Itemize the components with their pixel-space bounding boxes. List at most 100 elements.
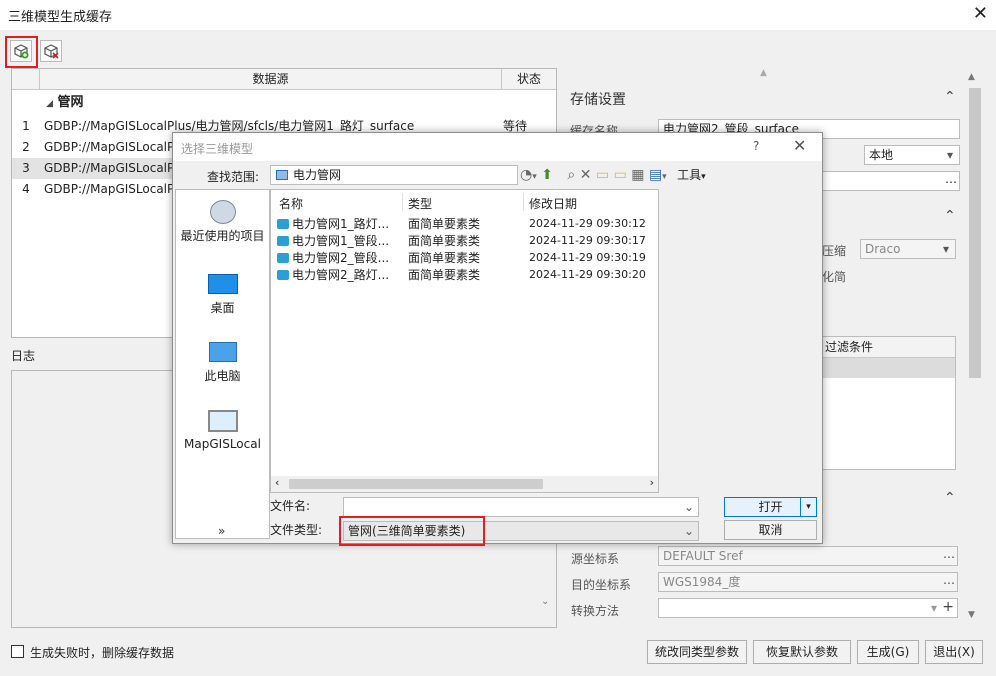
row-source: GDBP://MapGISLocalPlus bbox=[44, 161, 192, 175]
file-date: 2024-11-29 09:30:20 bbox=[529, 268, 646, 281]
chevron-down-icon[interactable]: ▾ bbox=[800, 498, 816, 516]
file-type: 面简单要素类 bbox=[408, 234, 481, 248]
transform-select[interactable]: ▾ + bbox=[658, 598, 958, 618]
dialog-title-bar: 选择三维模型 ? ✕ bbox=[173, 133, 822, 161]
properties-icon[interactable]: ▦ bbox=[631, 167, 644, 183]
file-type: 面简单要素类 bbox=[408, 268, 481, 282]
up-folder-icon[interactable]: ⬆ bbox=[541, 167, 553, 183]
database-icon bbox=[276, 170, 288, 180]
delete-cache-label: 生成失败时，删除缓存数据 bbox=[30, 646, 175, 660]
view-icon[interactable]: ▤ bbox=[649, 167, 662, 183]
browse-icon[interactable]: … bbox=[943, 547, 955, 563]
remove-model-button[interactable] bbox=[40, 40, 62, 62]
chevron-down-icon[interactable]: ▾ bbox=[532, 172, 537, 182]
file-row[interactable]: 电力管网1_路灯... 面简单要素类 2024-11-29 09:30:12 bbox=[277, 216, 646, 232]
src-crs-value: DEFAULT Sref bbox=[663, 549, 743, 563]
close-icon[interactable]: ✕ bbox=[973, 3, 988, 24]
select-model-dialog: 选择三维模型 ? ✕ 查找范围: 电力管网 ◔▾ ⬆ ⌕ ✕ ▭ ▭ ▦ ▤▾ … bbox=[172, 132, 823, 546]
hscroll-thumb[interactable] bbox=[289, 479, 543, 489]
delete-cache-checkbox[interactable] bbox=[11, 645, 24, 658]
dst-crs-label: 目的坐标系 bbox=[571, 578, 632, 592]
search-icon[interactable]: ⌕ bbox=[567, 167, 575, 183]
window-title: 三维模型生成缓存 bbox=[8, 10, 113, 25]
src-crs-input[interactable]: DEFAULT Sref … bbox=[658, 546, 958, 566]
path-input[interactable]: … bbox=[820, 171, 960, 191]
expand-triangle-icon[interactable]: ◢ bbox=[46, 99, 53, 109]
collapse-icon[interactable]: ⌃ bbox=[944, 490, 956, 506]
col-name[interactable]: 名称 bbox=[279, 195, 303, 212]
col-divider bbox=[523, 193, 524, 211]
browse-icon[interactable]: … bbox=[943, 573, 955, 589]
file-row[interactable]: 电力管网1_管段... 面简单要素类 2024-11-29 09:30:17 bbox=[277, 233, 646, 249]
place-mapgis-local[interactable]: MapGISLocal bbox=[176, 410, 269, 451]
filename-input[interactable]: ⌄ bbox=[343, 497, 699, 517]
scroll-up-icon[interactable]: ▲ bbox=[968, 72, 975, 82]
open-button[interactable]: 打开 ▾ bbox=[724, 497, 817, 517]
plus-icon[interactable]: + bbox=[942, 599, 954, 616]
dst-crs-input[interactable]: WGS1984_度 … bbox=[658, 572, 958, 592]
feature-class-icon bbox=[277, 253, 289, 263]
col-header-source[interactable]: 数据源 bbox=[40, 69, 502, 90]
group-row[interactable]: ◢ 管网 bbox=[46, 93, 590, 114]
this-pc-icon bbox=[208, 342, 237, 362]
cancel-button[interactable]: 取消 bbox=[724, 520, 817, 540]
file-row[interactable]: 电力管网2_路灯... 面简单要素类 2024-11-29 09:30:20 bbox=[277, 267, 646, 283]
place-desktop[interactable]: 桌面 bbox=[176, 274, 269, 316]
exit-button[interactable]: 退出(X) bbox=[925, 640, 983, 664]
file-name: 电力管网1_路灯... bbox=[292, 217, 390, 231]
scroll-thumb[interactable] bbox=[969, 88, 981, 378]
chevron-down-icon: ▾ bbox=[930, 601, 937, 615]
more-places-icon[interactable]: » bbox=[218, 524, 225, 538]
dialog-close-icon[interactable]: ✕ bbox=[793, 136, 806, 155]
scroll-down-icon[interactable]: ▼ bbox=[968, 610, 975, 620]
right-scrollbar[interactable]: ▲ ▼ bbox=[967, 70, 983, 626]
dialog-title: 选择三维模型 bbox=[181, 142, 254, 156]
simplify-label: 化简 bbox=[822, 270, 847, 284]
help-icon[interactable]: ? bbox=[753, 139, 759, 153]
add-model-button[interactable] bbox=[10, 40, 32, 62]
transform-label: 转换方法 bbox=[571, 604, 620, 618]
place-label: 桌面 bbox=[210, 301, 235, 315]
col-date[interactable]: 修改日期 bbox=[529, 195, 577, 212]
log-scroll-down-icon[interactable]: ⌄ bbox=[541, 596, 549, 607]
chevron-down-icon[interactable]: ▾ bbox=[662, 172, 667, 182]
storage-select[interactable]: 本地 ▾ bbox=[864, 145, 960, 165]
lookin-label: 查找范围: bbox=[207, 170, 260, 184]
compress-label: 压缩 bbox=[822, 244, 847, 258]
unify-params-button[interactable]: 统改同类型参数 bbox=[647, 640, 747, 664]
file-list-hscrollbar[interactable]: ‹ › bbox=[271, 476, 658, 492]
file-date: 2024-11-29 09:30:12 bbox=[529, 217, 646, 230]
generate-button[interactable]: 生成(G) bbox=[857, 640, 919, 664]
scroll-left-icon[interactable]: ‹ bbox=[275, 476, 279, 489]
browse-icon[interactable]: … bbox=[945, 172, 957, 188]
restore-defaults-button[interactable]: 恢复默认参数 bbox=[753, 640, 851, 664]
file-row[interactable]: 电力管网2_管段... 面简单要素类 2024-11-29 09:30:19 bbox=[277, 250, 646, 266]
filter-row[interactable] bbox=[821, 358, 955, 378]
splitter-up-icon[interactable]: ▲ bbox=[760, 68, 767, 78]
collapse-icon[interactable]: ⌃ bbox=[944, 89, 956, 105]
dialog-toolbar: ◔▾ ⬆ ⌕ ✕ ▭ ▭ ▦ ▤▾ 工具▾ bbox=[520, 166, 770, 186]
col-type[interactable]: 类型 bbox=[408, 195, 432, 212]
file-name: 电力管网2_路灯... bbox=[292, 268, 390, 282]
folder-icon[interactable]: ▭ bbox=[614, 167, 627, 183]
back-icon[interactable]: ◔ bbox=[520, 167, 532, 183]
col-divider bbox=[402, 193, 403, 211]
row-number: 3 bbox=[22, 161, 30, 175]
filter-header[interactable]: 过滤条件 bbox=[821, 337, 955, 358]
place-this-pc[interactable]: 此电脑 bbox=[176, 342, 269, 384]
delete-icon[interactable]: ✕ bbox=[580, 167, 592, 183]
cube-add-icon bbox=[14, 44, 29, 59]
compress-select[interactable]: Draco ▾ bbox=[860, 239, 956, 259]
chevron-down-icon[interactable]: ▾ bbox=[701, 172, 706, 182]
feature-class-icon bbox=[277, 270, 289, 280]
collapse-icon[interactable]: ⌃ bbox=[944, 208, 956, 224]
lookin-select[interactable]: 电力管网 bbox=[270, 165, 518, 185]
col-header-status[interactable]: 状态 bbox=[502, 69, 556, 90]
chevron-down-icon: ▾ bbox=[946, 148, 954, 162]
lookin-value: 电力管网 bbox=[293, 168, 342, 182]
place-recent[interactable]: 最近使用的项目 bbox=[176, 200, 269, 244]
new-folder-icon[interactable]: ▭ bbox=[596, 167, 609, 183]
tools-menu[interactable]: 工具 bbox=[677, 168, 701, 182]
file-list: 名称 类型 修改日期 电力管网1_路灯... 面简单要素类 2024-11-29… bbox=[270, 189, 659, 493]
scroll-right-icon[interactable]: › bbox=[650, 476, 654, 489]
